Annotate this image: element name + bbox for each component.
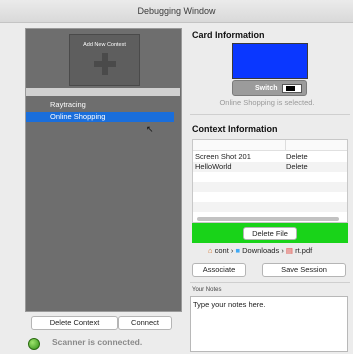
context-item-label: Raytracing — [50, 100, 86, 109]
add-context-label: Add New Context — [83, 42, 126, 48]
horizontal-scrollbar[interactable] — [197, 217, 339, 221]
delete-context-button[interactable]: Delete Context — [31, 316, 118, 330]
delete-link[interactable]: Delete — [286, 152, 308, 162]
save-session-button[interactable]: Save Session — [262, 263, 346, 277]
table-row-empty — [193, 172, 347, 182]
table-row-empty — [193, 202, 347, 212]
table-header — [193, 140, 347, 151]
card-info-title: Card Information — [192, 30, 265, 40]
file-name: Screen Shot 201 — [195, 152, 251, 161]
context-list-header — [26, 88, 180, 96]
status-text: Scanner is connected. — [52, 337, 143, 347]
files-table: Screen Shot 201 Delete HelloWorld Delete — [192, 139, 348, 223]
selected-context-caption: Online Shopping is selected. — [219, 98, 315, 107]
table-row[interactable]: HelloWorld Delete — [193, 162, 347, 172]
switch-label: Switch — [255, 85, 278, 92]
section-divider — [190, 114, 350, 115]
folder-icon: ■ — [235, 246, 241, 255]
context-item-label: Online Shopping — [50, 112, 106, 121]
notes-textarea[interactable]: Type your notes here. — [190, 296, 348, 352]
home-icon: ⌂ — [208, 246, 213, 255]
context-info-title: Context Information — [192, 124, 278, 134]
notes-label: Your Notes — [192, 287, 222, 293]
pdf-icon: ▤ — [285, 246, 294, 255]
delete-link[interactable]: Delete — [286, 162, 308, 172]
chevron-right-icon: › — [230, 246, 234, 255]
section-divider — [190, 282, 350, 283]
file-name: HelloWorld — [195, 162, 232, 171]
plus-icon — [94, 53, 116, 75]
path-breadcrumb: ⌂ cont › ■ Downloads › ▤ rt.pdf — [208, 246, 312, 255]
context-item-raytracing[interactable]: Raytracing — [26, 100, 180, 110]
delete-file-button[interactable]: Delete File — [243, 227, 297, 240]
add-context-button[interactable]: Add New Context — [69, 34, 140, 86]
context-item-online-shopping[interactable]: Online Shopping — [26, 112, 180, 122]
path-segment[interactable]: Downloads — [242, 246, 279, 255]
mouse-pointer-icon: ↖ — [146, 124, 154, 134]
connect-button[interactable]: Connect — [118, 316, 172, 330]
path-segment[interactable]: cont — [215, 246, 229, 255]
card-color-preview — [232, 43, 308, 79]
switch-button[interactable]: Switch — [232, 80, 307, 96]
window-title: Debugging Window — [0, 0, 353, 23]
table-row-empty — [193, 182, 347, 192]
toggle-icon — [282, 84, 302, 93]
status-indicator-icon — [28, 338, 40, 350]
associate-button[interactable]: Associate — [192, 263, 246, 277]
chevron-right-icon: › — [281, 246, 284, 255]
path-segment[interactable]: rt.pdf — [295, 246, 312, 255]
table-row[interactable]: Screen Shot 201 Delete — [193, 152, 347, 162]
table-row-empty — [193, 192, 347, 202]
